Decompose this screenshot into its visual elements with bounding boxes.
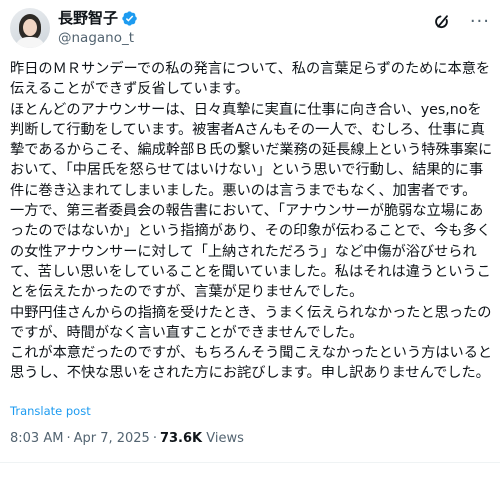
author-info: 長野智子 @nagano_t (58, 9, 138, 47)
verified-badge-icon (122, 11, 137, 26)
post-date[interactable]: Apr 7, 2025 (74, 431, 150, 446)
author-name-row: 長野智子 (58, 9, 138, 28)
post-text: 昨日のＭＲサンデーでの私の発言について、私の言葉足らずのために本意を伝えることが… (10, 61, 493, 382)
header-actions: ··· (432, 12, 490, 32)
post-time[interactable]: 8:03 AM (10, 431, 63, 446)
more-icon[interactable]: ··· (470, 12, 490, 32)
post-metadata: 8:03 AM · Apr 7, 2025 · 73.6K Views (10, 431, 244, 446)
post-header: 長野智子 @nagano_t ··· (10, 8, 490, 48)
grok-icon[interactable] (432, 12, 452, 32)
meta-separator: · (66, 431, 71, 446)
author-handle[interactable]: @nagano_t (58, 29, 138, 47)
meta-separator: · (152, 431, 157, 446)
translate-post-link[interactable]: Translate post (10, 404, 91, 418)
post-container: 長野智子 @nagano_t ··· 昨日のＭＲサンデーでの私の発言について、私… (0, 0, 500, 484)
author-display-name[interactable]: 長野智子 (58, 9, 118, 28)
views-count: 73.6K (159, 431, 203, 446)
divider (0, 462, 500, 463)
avatar[interactable] (10, 8, 50, 48)
views-label: Views (206, 431, 244, 446)
